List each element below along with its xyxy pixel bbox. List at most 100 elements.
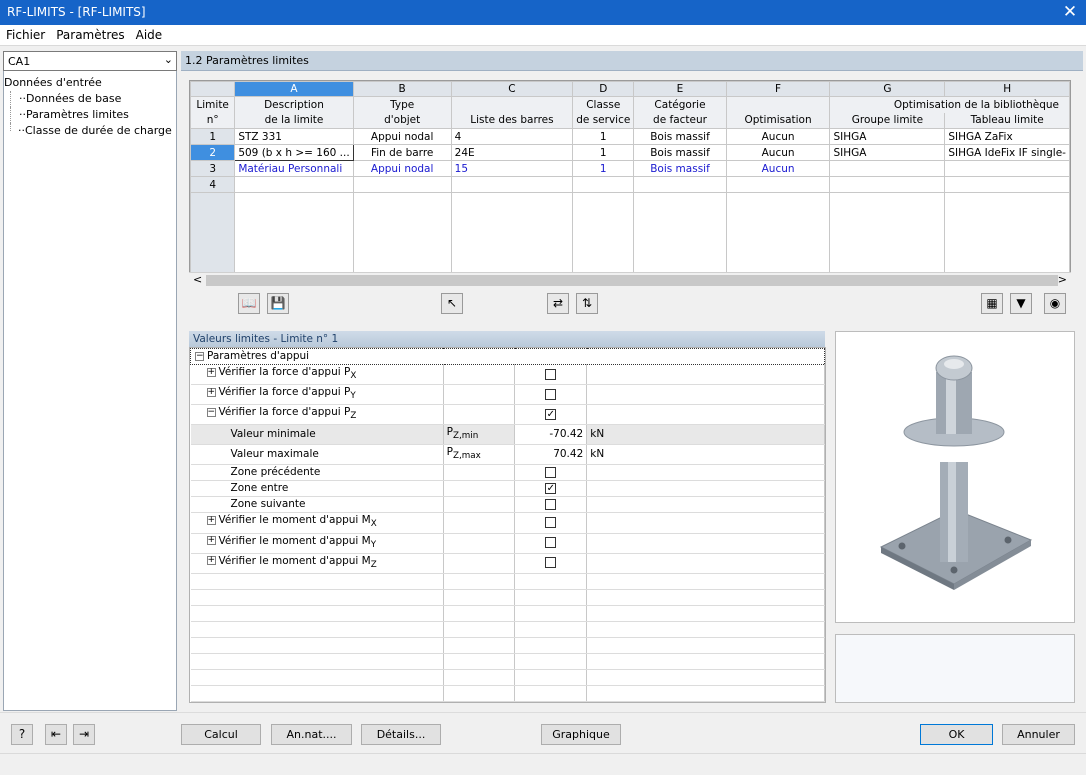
col-letter[interactable]: C: [450, 81, 574, 97]
col-letter[interactable]: A: [234, 81, 354, 97]
tree-item-classe-duree[interactable]: ··Classe de durée de charge: [10, 123, 176, 139]
collapse-icon[interactable]: −: [195, 351, 204, 361]
col-letter[interactable]: H: [944, 81, 1070, 97]
table-row[interactable]: 4: [190, 176, 1070, 193]
cell-factor[interactable]: Bois massif: [633, 160, 727, 177]
expand-icon[interactable]: +: [206, 556, 216, 566]
table-delete-icon[interactable]: ⇅: [576, 293, 598, 314]
zone-between-row[interactable]: Zone entre ✓: [190, 480, 825, 498]
cancel-button[interactable]: Annuler: [1002, 724, 1075, 745]
cell-list[interactable]: 24E: [450, 144, 574, 161]
min-value-input[interactable]: -70.42: [514, 424, 588, 446]
cell-type[interactable]: Appui nodal: [352, 128, 452, 145]
excel-export-icon[interactable]: ▦: [981, 293, 1003, 314]
collapse-icon[interactable]: −: [206, 407, 216, 417]
col-letter[interactable]: E: [633, 81, 727, 97]
cell-list[interactable]: 15: [450, 160, 574, 177]
menu-fichier[interactable]: Fichier: [0, 25, 50, 42]
cell-opt[interactable]: Aucun: [725, 144, 831, 161]
graphique-button[interactable]: Graphique: [541, 724, 621, 745]
table-row[interactable]: 3 Matériau Personnali Appui nodal 15 1 B…: [190, 160, 1070, 177]
cell-opt[interactable]: Aucun: [725, 160, 831, 177]
cell-group[interactable]: [829, 160, 946, 177]
check-mz-checkbox[interactable]: [545, 557, 557, 569]
cell-group[interactable]: SIHGA: [829, 128, 946, 145]
expand-icon[interactable]: +: [206, 367, 216, 377]
library-icon[interactable]: 📖: [238, 293, 260, 314]
table-row[interactable]: 1 STZ 331 Appui nodal 4 1 Bois massif Au…: [190, 128, 1070, 145]
tree-root[interactable]: Données d'entrée: [4, 75, 176, 91]
check-px-checkbox[interactable]: [545, 368, 557, 380]
cell-desc[interactable]: [234, 176, 354, 193]
chevron-down-icon[interactable]: ⌄: [164, 53, 173, 66]
cell-factor[interactable]: Bois massif: [633, 144, 727, 161]
check-pz-checkbox[interactable]: ✓: [545, 408, 557, 420]
tree-item-parametres-limites[interactable]: ··Paramètres limites: [10, 107, 176, 123]
cell-opt[interactable]: Aucun: [725, 128, 831, 145]
check-mx-row[interactable]: + Vérifier le moment d'appui MX: [190, 512, 825, 534]
expand-icon[interactable]: +: [206, 387, 216, 397]
cell-group[interactable]: [829, 176, 946, 193]
max-value-row[interactable]: Valeur maximale PZ,max 70.42 kN: [190, 444, 825, 466]
cell-type[interactable]: [352, 176, 452, 193]
cell-list[interactable]: 4: [450, 128, 574, 145]
help-icon[interactable]: ?: [11, 724, 33, 745]
check-my-checkbox[interactable]: [545, 537, 557, 549]
cell-opt[interactable]: [725, 176, 831, 193]
cell-type[interactable]: Appui nodal: [352, 160, 452, 177]
col-letter[interactable]: B: [352, 81, 452, 97]
row-number[interactable]: 2: [190, 144, 236, 161]
cell-service[interactable]: 1: [572, 128, 635, 145]
zone-between-checkbox[interactable]: ✓: [545, 482, 557, 494]
annat-button[interactable]: An.nat....: [271, 724, 352, 745]
table-row[interactable]: 2 509 (b x h >= 160 ... Fin de barre 24E…: [190, 144, 1070, 161]
check-my-row[interactable]: + Vérifier le moment d'appui MY: [190, 533, 825, 554]
cell-table[interactable]: [944, 160, 1070, 177]
zone-prev-checkbox[interactable]: [545, 466, 557, 478]
col-letter[interactable]: F: [725, 81, 831, 97]
zone-next-row[interactable]: Zone suivante: [190, 496, 825, 514]
cell-list[interactable]: [450, 176, 574, 193]
check-px-row[interactable]: + Vérifier la force d'appui PX: [190, 364, 825, 386]
cell-table[interactable]: SIHGA IdeFix IF single-: [944, 144, 1070, 161]
cell-desc[interactable]: 509 (b x h >= 160 ...: [234, 144, 354, 161]
check-pz-row[interactable]: − Vérifier la force d'appui PZ ✓: [190, 404, 825, 426]
scrollbar-thumb[interactable]: [206, 275, 1058, 286]
col-letter[interactable]: G: [829, 81, 946, 97]
cell-service[interactable]: 1: [572, 144, 635, 161]
cell-desc[interactable]: STZ 331: [234, 128, 354, 145]
view-eye-icon[interactable]: ◉: [1044, 293, 1066, 314]
check-mx-checkbox[interactable]: [545, 517, 557, 529]
scroll-right-icon[interactable]: >: [1058, 273, 1067, 286]
details-button[interactable]: Détails...: [361, 724, 441, 745]
previous-icon[interactable]: ⇤: [45, 724, 67, 745]
table-import-icon[interactable]: ⇄: [547, 293, 569, 314]
cell-service[interactable]: [572, 176, 635, 193]
close-icon[interactable]: ✕: [1054, 0, 1086, 25]
min-value-row[interactable]: Valeur minimale PZ,min -70.42 kN: [190, 424, 825, 446]
save-icon[interactable]: 💾: [267, 293, 289, 314]
row-number[interactable]: 1: [190, 128, 236, 145]
row-number[interactable]: 3: [190, 160, 236, 177]
menu-aide[interactable]: Aide: [130, 25, 168, 42]
cell-factor[interactable]: Bois massif: [633, 128, 727, 145]
cell-desc[interactable]: Matériau Personnali: [234, 160, 354, 177]
cell-table[interactable]: [944, 176, 1070, 193]
next-icon[interactable]: ⇥: [73, 724, 95, 745]
expand-icon[interactable]: +: [206, 536, 216, 546]
cell-group[interactable]: SIHGA: [829, 144, 946, 161]
cell-type[interactable]: Fin de barre: [352, 144, 452, 161]
cell-table[interactable]: SIHGA ZaFix: [944, 128, 1070, 145]
tree-item-donnees-base[interactable]: ··Données de base: [10, 91, 176, 107]
menu-parametres[interactable]: Paramètres: [50, 25, 129, 42]
check-py-row[interactable]: + Vérifier la force d'appui PY: [190, 384, 825, 406]
excel-import-icon[interactable]: ▼: [1010, 293, 1032, 314]
max-value-input[interactable]: 70.42: [514, 444, 588, 466]
col-letter[interactable]: D: [572, 81, 635, 97]
scroll-left-icon[interactable]: <: [193, 273, 202, 286]
cell-factor[interactable]: [633, 176, 727, 193]
check-mz-row[interactable]: + Vérifier le moment d'appui MZ: [190, 553, 825, 574]
calc-button[interactable]: Calcul: [181, 724, 261, 745]
row-number[interactable]: 4: [190, 176, 236, 193]
check-py-checkbox[interactable]: [545, 388, 557, 400]
